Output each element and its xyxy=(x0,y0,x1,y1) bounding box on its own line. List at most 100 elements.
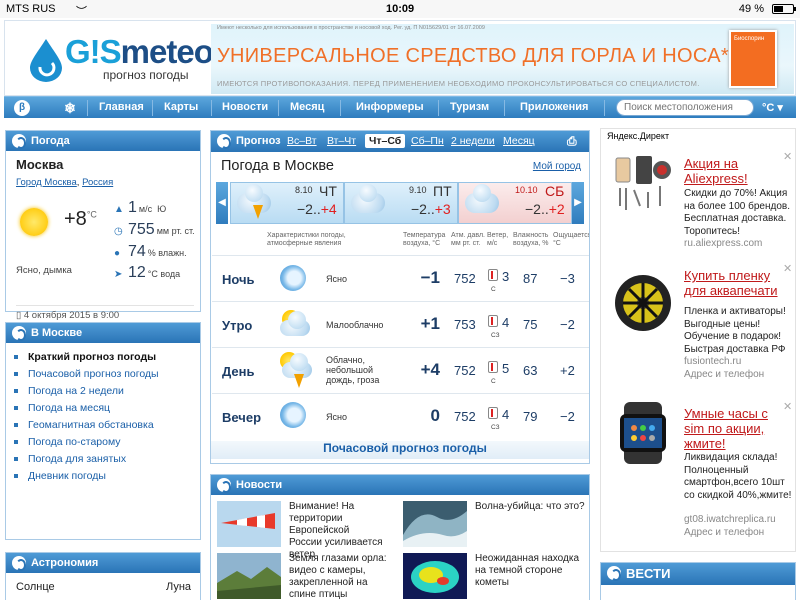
moscow-link-hourly[interactable]: Почасовой прогноз погоды xyxy=(14,368,159,380)
forecast-title: Погода в Москве xyxy=(221,158,334,174)
ad-address-fusiontech[interactable]: Адрес и телефон xyxy=(684,369,764,382)
calendar-icon: ▯ xyxy=(16,310,24,321)
cloud-icon xyxy=(280,311,310,336)
moscow-link-2weeks[interactable]: Погода на 2 недели xyxy=(14,385,124,397)
ad-url-fusiontech[interactable]: fusiontech.ru xyxy=(684,356,741,369)
tab-tue-thu[interactable]: Вт–Чт xyxy=(327,135,356,147)
tab-2-weeks[interactable]: 2 недели xyxy=(451,135,495,147)
ad-url-aliexpress[interactable]: ru.aliexpress.com xyxy=(684,238,762,251)
news-image-windsock[interactable] xyxy=(217,501,281,547)
ad-image-phones xyxy=(615,156,671,210)
forecast-header: Прогноз Вс–Вт Вт–Чт Чт–Сб Сб–Пн 2 недели… xyxy=(211,131,589,152)
news-item-wind[interactable]: Внимание! На территории Европейской Росс… xyxy=(289,501,385,561)
day-card-sat[interactable]: 10.10 СБ −2..+2 xyxy=(458,182,572,224)
col-temperature: Температура воздуха, °C xyxy=(403,232,446,247)
moscow-link-geomagnetic[interactable]: Геомагнитная обстановка xyxy=(14,419,154,431)
news-image-eagle[interactable] xyxy=(217,553,281,599)
logo-text[interactable]: G!Smeteo xyxy=(65,33,214,71)
print-icon[interactable]: ⎙ xyxy=(567,134,577,149)
moon-icon xyxy=(280,265,306,291)
nav-news[interactable]: Новости xyxy=(222,101,268,113)
news-item-wave[interactable]: Волна-убийца: что это? xyxy=(475,501,585,513)
ad-product-image: Биоспорин xyxy=(729,30,777,88)
sun-icon xyxy=(20,208,48,236)
col-conditions: Характеристики погоды, атмосферные явлен… xyxy=(267,232,346,247)
tab-sun-tue[interactable]: Вс–Вт xyxy=(287,135,317,147)
day-card-fri[interactable]: 9.10 ПТ −2..+3 xyxy=(344,182,458,224)
carrier-label: MTS RUS xyxy=(6,3,56,15)
tab-thu-sat[interactable]: Чт–Сб xyxy=(365,134,406,148)
ad-title-fusiontech[interactable]: Купить пленку для аквапечати xyxy=(684,268,788,298)
top-ad-banner[interactable]: Имеют несколько для использования в прос… xyxy=(211,24,794,94)
nav-tourism[interactable]: Туризм xyxy=(450,101,489,113)
ad-title: УНИВЕРСАЛЬНОЕ СРЕДСТВО ДЛЯ ГОРЛА И НОСА* xyxy=(217,45,729,67)
gismeteo-swirl-icon xyxy=(12,326,26,341)
my-city-link[interactable]: Мой город xyxy=(533,161,581,172)
news-image-comet[interactable] xyxy=(403,553,467,599)
vesti-panel: ВЕСТИ xyxy=(600,562,796,600)
nav-main[interactable]: Главная xyxy=(99,101,144,113)
news-item-comet[interactable]: Неожиданная находка на темной стороне ко… xyxy=(475,553,587,589)
ad-warning: ИМЕЮТСЯ ПРОТИВОПОКАЗАНИЯ. ПЕРЕД ПРИМЕНЕН… xyxy=(217,79,700,88)
nav-month[interactable]: Месяц xyxy=(290,101,324,113)
ad-body-smartwatch: Ликвидация склада! Полноценный смартфон,… xyxy=(684,452,792,501)
moscow-link-month[interactable]: Погода на месяц xyxy=(14,402,110,414)
ad-title-aliexpress[interactable]: Акция на Aliexpress! xyxy=(684,156,770,186)
logo-drop-icon[interactable] xyxy=(27,37,65,83)
ad-body-fusiontech: Пленка и активаторы! Выгодные цены! Обуч… xyxy=(684,306,786,355)
col-humidity: Влажность воздуха, % xyxy=(513,232,549,247)
tab-sat-mon[interactable]: Сб–Пн xyxy=(411,135,444,147)
pressure-row: ◷ 755 мм рт. ст. xyxy=(114,221,195,238)
location-search-input[interactable] xyxy=(616,99,754,116)
site-header: G!Smeteo прогноз погоды Имеют несколько … xyxy=(4,20,796,96)
ad-smartwatch[interactable]: Умные часы с sim по акции, жмите! Ликвид… xyxy=(600,400,796,540)
yandex-direct-label[interactable]: Яндекс.Директ xyxy=(607,131,669,141)
city-name: Москва xyxy=(16,157,64,172)
ad-fusiontech[interactable]: Купить пленку для аквапечати Пленка и ак… xyxy=(600,262,796,382)
ad-address-smartwatch[interactable]: Адрес и телефон xyxy=(684,527,764,540)
ad-title-smartwatch[interactable]: Умные часы с sim по акции, жмите! xyxy=(684,406,780,451)
forecast-row-morning: Утро Малооблачно +1 753 4 СЗ 75 −2 xyxy=(212,301,589,347)
clock: 10:09 xyxy=(386,3,415,15)
moon-icon xyxy=(280,402,306,428)
wifi-icon: ︶ xyxy=(76,6,87,18)
main-nav: β ❄ Главная Карты Новости Месяц Информер… xyxy=(4,96,796,118)
moscow-link-diary[interactable]: Дневник погоды xyxy=(14,470,106,482)
ad-image-wheel xyxy=(615,275,671,331)
nav-maps[interactable]: Карты xyxy=(164,101,198,113)
close-icon[interactable]: ✕ xyxy=(783,262,792,275)
beta-button[interactable]: β xyxy=(14,100,30,116)
prev-days-button[interactable]: ◀ xyxy=(216,182,228,224)
forecast-row-day: День Облачно, небольшой дождь, гроза +4 … xyxy=(212,347,589,393)
region-link-city[interactable]: Город Москва xyxy=(16,177,77,188)
region-link-country[interactable]: Россия xyxy=(82,177,113,188)
day-card-thu[interactable]: 8.10 ЧТ −2..+4 xyxy=(230,182,344,224)
gismeteo-swirl-icon xyxy=(217,478,231,493)
snowflake-icon[interactable]: ❄ xyxy=(62,100,78,116)
ad-url-smartwatch[interactable]: gt08.iwatchreplica.ru xyxy=(684,514,776,527)
nav-informers[interactable]: Информеры xyxy=(356,101,424,113)
next-days-button[interactable]: ▶ xyxy=(572,182,584,224)
lightning-icon xyxy=(294,374,304,388)
unit-selector[interactable]: °C ▾ xyxy=(762,101,783,114)
close-icon[interactable]: ✕ xyxy=(783,400,792,413)
moscow-link-oldstyle[interactable]: Погода по-старому xyxy=(14,436,121,448)
forecast-row-evening: Вечер Ясно 0 752 4 СЗ 79 −2 xyxy=(212,393,589,437)
ad-aliexpress[interactable]: Акция на Aliexpress! Скидки до 70%! Акци… xyxy=(600,150,796,250)
nav-apps[interactable]: Приложения xyxy=(520,101,588,113)
ad-image-watch xyxy=(620,402,666,464)
vesti-header[interactable]: ВЕСТИ xyxy=(601,563,795,585)
close-icon[interactable]: ✕ xyxy=(783,150,792,163)
status-bar: MTS RUS ︶ 10:09 49 % xyxy=(0,0,800,18)
col-feels: Ощущается, °C xyxy=(553,232,590,247)
news-item-eagle[interactable]: Земля глазами орла: видео с камеры, закр… xyxy=(289,553,393,600)
tab-month[interactable]: Месяц xyxy=(503,135,535,147)
hourly-forecast-link[interactable]: Почасовой прогноз погоды xyxy=(211,441,589,459)
moscow-link-short[interactable]: Краткий прогноз погоды xyxy=(14,351,156,363)
moscow-link-busy[interactable]: Погода для занятых xyxy=(14,453,126,465)
snow-cloud-icon xyxy=(465,184,499,213)
snow-cloud-icon xyxy=(351,184,385,213)
wind-direction-icon xyxy=(488,361,498,373)
current-weather-panel: Погода Москва Город Москва, Россия +8°C … xyxy=(5,130,201,321)
news-image-wave[interactable] xyxy=(403,501,467,547)
